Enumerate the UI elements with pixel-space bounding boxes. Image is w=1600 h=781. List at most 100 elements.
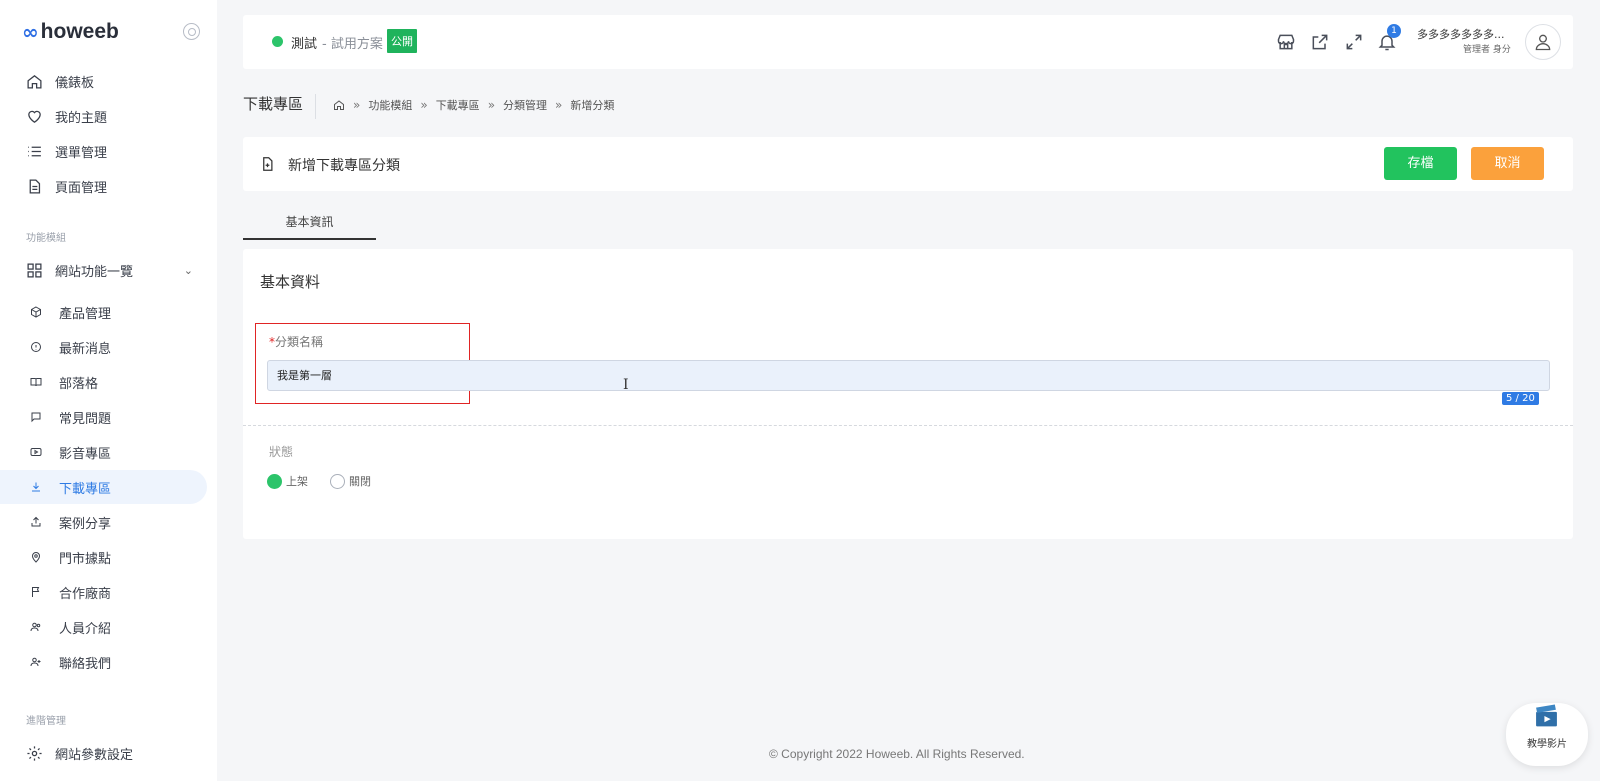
radio-checked-icon[interactable] <box>267 473 282 489</box>
status-option-label: 上架 <box>286 475 308 488</box>
fullscreen-icon[interactable] <box>1344 32 1364 52</box>
sidebar-item-stores[interactable]: 門市據點 <box>0 540 207 574</box>
sidebar-item-downloads[interactable]: 下載專區 <box>0 470 207 504</box>
sidebar-item-label: 最新消息 <box>59 341 112 357</box>
tutorial-video-widget[interactable]: 教學影片 <box>1506 703 1588 766</box>
sidebar-item-label: 選單管理 <box>55 145 108 161</box>
sidebar-item-my-theme[interactable]: 我的主題 <box>0 99 207 133</box>
radio-unchecked-icon[interactable] <box>330 473 345 489</box>
site-name[interactable]: 測試 <box>291 33 317 52</box>
howeeb-logo[interactable]: ∞ howeeb <box>22 20 119 44</box>
sidebar-item-blog[interactable]: 部落格 <box>0 365 207 399</box>
notification-count-badge: 1 <box>1387 24 1401 38</box>
home-icon <box>26 73 43 90</box>
category-name-input[interactable]: 我是第一層 I <box>267 360 1550 393</box>
sidebar-item-products[interactable]: 產品管理 <box>0 295 207 329</box>
divider <box>243 425 1573 426</box>
sidebar-item-label: 常見問題 <box>59 411 112 427</box>
breadcrumb-separator-icon: » <box>555 98 563 112</box>
cancel-button[interactable]: 取消 <box>1471 147 1544 180</box>
gear-icon <box>26 745 43 762</box>
status-option-label: 關閉 <box>349 475 371 488</box>
sidebar-item-site-settings[interactable]: 網站參數設定 <box>0 736 207 770</box>
sidebar-item-news[interactable]: 最新消息 <box>0 330 207 364</box>
sidebar-item-label: 人員介紹 <box>59 621 112 637</box>
page-title: 下載專區 <box>243 94 317 119</box>
sidebar-item-cases[interactable]: 案例分享 <box>0 505 207 539</box>
breadcrumb-separator-icon: » <box>487 98 496 112</box>
grid-icon <box>26 262 43 279</box>
section-label-advanced: 進階管理 <box>26 716 66 727</box>
video-icon <box>27 444 44 461</box>
breadcrumb: » 功能模組 » 下載專區 » 分類管理 » 新增分類 <box>333 97 614 113</box>
sidebar-item-contact[interactable]: 聯絡我們 <box>0 645 207 679</box>
breadcrumb-separator-icon: » <box>420 98 428 112</box>
basic-data-card: 基本資料 *分類名稱 我是第一層 I 5 / 20 狀態 上架 關閉 <box>243 249 1573 539</box>
sidebar-item-partners[interactable]: 合作廠商 <box>0 575 207 609</box>
book-icon <box>27 374 44 391</box>
sidebar-item-faq[interactable]: 常見問題 <box>0 400 207 434</box>
status-radio-off[interactable]: 關閉 <box>330 473 371 489</box>
sidebar-item-label: 產品管理 <box>59 306 112 322</box>
breadcrumb-item[interactable]: 功能模組 <box>368 97 412 113</box>
download-icon <box>27 479 44 496</box>
contact-icon <box>27 654 44 671</box>
sidebar-item-label: 網站功能一覽 <box>55 264 134 280</box>
external-link-icon[interactable] <box>1310 32 1330 52</box>
sidebar-item-label: 門市據點 <box>59 551 112 567</box>
status-label: 狀態 <box>269 445 294 459</box>
clapperboard-icon <box>1536 704 1557 727</box>
public-status-badge: 公開 <box>387 29 417 53</box>
save-button[interactable]: 存檔 <box>1384 147 1457 180</box>
store-icon[interactable] <box>1276 32 1296 52</box>
sidebar-item-label: 影音專區 <box>59 446 112 462</box>
chat-icon <box>27 409 44 426</box>
card-title: 基本資料 <box>260 273 321 291</box>
sidebar-item-label: 聯絡我們 <box>59 656 112 672</box>
info-icon <box>27 339 44 356</box>
breadcrumb-item[interactable]: 分類管理 <box>503 97 547 113</box>
sidebar-item-label: 儀錶板 <box>55 75 95 91</box>
sidebar-item-dashboard[interactable]: 儀錶板 <box>0 64 207 98</box>
sidebar-item-label: 合作廠商 <box>59 586 112 602</box>
share-icon <box>27 514 44 531</box>
document-icon <box>26 178 43 195</box>
sidebar-item-label: 網站參數設定 <box>55 747 134 763</box>
form-title: 新增下載專區分類 <box>288 158 400 174</box>
sidebar-item-label: 頁面管理 <box>55 180 108 196</box>
breadcrumb-separator-icon: » <box>353 98 361 112</box>
flag-icon <box>27 584 44 601</box>
list-icon <box>26 143 43 160</box>
avatar[interactable] <box>1525 24 1561 60</box>
sidebar-item-site-functions[interactable]: 網站功能一覽 ⌄ <box>0 253 207 287</box>
user-role: 管理者 身分 <box>1463 45 1511 55</box>
home-icon[interactable] <box>333 99 345 111</box>
box-icon <box>27 304 44 321</box>
sidebar-toggle-icon[interactable] <box>183 23 200 40</box>
tab-basic-info[interactable]: 基本資訊 <box>243 209 376 240</box>
user-name[interactable]: 多多多多多多多... <box>1417 26 1505 42</box>
status-radio-on[interactable]: 上架 <box>267 473 308 489</box>
sidebar-item-video[interactable]: 影音專區 <box>0 435 207 469</box>
category-name-label: *分類名稱 <box>269 333 323 350</box>
heart-icon <box>26 108 43 125</box>
sidebar: ∞ howeeb 儀錶板 我的主題 選單管理 頁面管理 功能模組 網站功能一覽 … <box>0 0 217 781</box>
chevron-down-icon[interactable]: ⌄ <box>184 264 193 277</box>
sidebar-item-page-management[interactable]: 頁面管理 <box>0 169 207 203</box>
sidebar-item-menu-management[interactable]: 選單管理 <box>0 134 207 168</box>
breadcrumb-item-current: 新增分類 <box>570 99 615 112</box>
logo-mark-icon: ∞ <box>22 20 39 44</box>
sidebar-item-label: 我的主題 <box>55 110 108 126</box>
sidebar-item-staff[interactable]: 人員介紹 <box>0 610 207 644</box>
location-icon <box>27 549 44 566</box>
topbar: 測試 - 試用方案 公開 1 多多多多多多多... 管理者 身分 <box>243 15 1573 69</box>
copyright-footer: © Copyright 2022 Howeeb. All Rights Rese… <box>769 747 1025 761</box>
character-counter: 5 / 20 <box>1502 392 1539 405</box>
sidebar-item-label: 部落格 <box>59 376 99 392</box>
breadcrumb-item[interactable]: 下載專區 <box>436 97 480 113</box>
text-cursor-icon: I <box>623 377 629 393</box>
site-plan: - 試用方案 <box>322 37 383 52</box>
logo-word: howeeb <box>40 20 119 43</box>
user-icon <box>1535 34 1551 51</box>
category-name-label-text: 分類名稱 <box>275 335 324 349</box>
